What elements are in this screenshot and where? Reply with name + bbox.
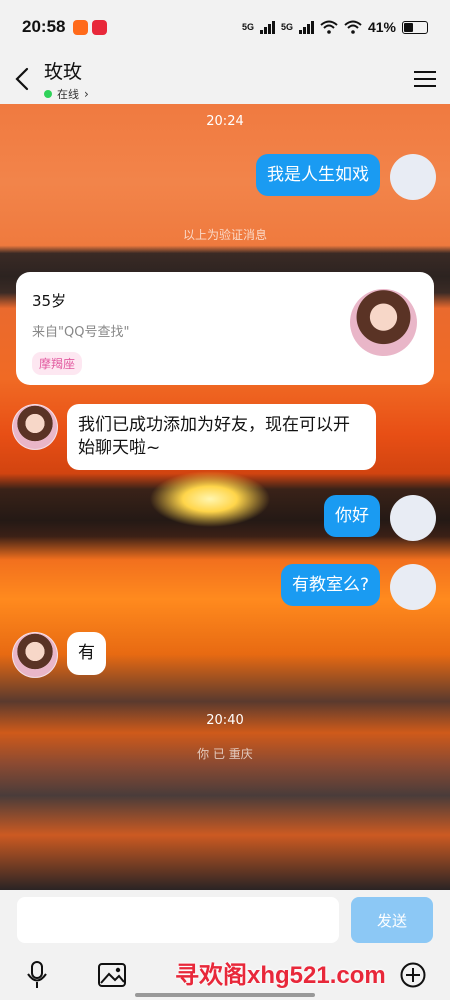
message-row-me-3: 有教室么? (280, 564, 436, 610)
signal-icon-2 (298, 20, 314, 34)
timestamp-2: 20:40 (206, 713, 244, 728)
wifi-icon (320, 20, 338, 34)
weibo-app-icon (92, 19, 108, 35)
mic-icon (27, 961, 47, 988)
clock: 20:58 (22, 17, 66, 36)
battery-icon (402, 20, 428, 34)
my-message-bubble[interactable]: 你好 (324, 495, 380, 537)
network-label-2: 5G (280, 22, 293, 32)
zodiac-tag: 摩羯座 (32, 352, 83, 375)
status-bar: 20:58 5G 5G 41% (0, 0, 450, 54)
back-arrow-icon (15, 67, 29, 91)
home-indicator[interactable] (135, 993, 315, 997)
taobao-app-icon (73, 19, 89, 35)
status-indicators: 5G 5G 41% (242, 19, 428, 35)
chat-area[interactable]: 20:24 我是人生如戏 以上为验证消息 35岁 来自"QQ号查找" 摩羯座 我… (0, 104, 450, 890)
message-input[interactable] (17, 897, 339, 943)
verify-note: 以上为验证消息 (182, 228, 267, 242)
chat-header: 玫玫 在线 › (0, 54, 450, 104)
signal-icon-1 (259, 20, 275, 34)
chevron-right-icon: › (84, 86, 89, 101)
notification-icons (73, 19, 108, 35)
my-message-bubble[interactable]: 我是人生如戏 (256, 154, 380, 196)
wifi-icon-2 (344, 20, 362, 34)
battery-percent: 41% (367, 19, 396, 35)
menu-button[interactable] (400, 54, 450, 104)
more-button[interactable] (396, 958, 430, 992)
timestamp-1: 20:24 (206, 114, 244, 129)
contact-title-block[interactable]: 玫玫 在线 › (44, 57, 89, 102)
my-avatar[interactable] (390, 154, 436, 200)
plus-circle-icon (400, 962, 426, 988)
profile-photo[interactable] (350, 289, 417, 356)
voice-button[interactable] (20, 958, 54, 992)
input-bar: 发送 (0, 890, 450, 950)
their-message-bubble[interactable]: 有 (67, 632, 106, 675)
site-watermark: 寻欢阁xhg521.com (175, 962, 386, 989)
my-message-bubble[interactable]: 有教室么? (280, 564, 380, 606)
back-button[interactable] (0, 54, 44, 104)
presence-status: 在线 › (44, 86, 89, 102)
their-message-bubble[interactable]: 我们已成功添加为好友，现在可以开始聊天啦~ (67, 404, 376, 470)
battery-fill (404, 22, 413, 32)
photo-button[interactable] (95, 958, 129, 992)
message-row-them-1: 我们已成功添加为好友，现在可以开始聊天啦~ (12, 404, 376, 470)
network-label-1: 5G (241, 22, 254, 32)
contact-avatar[interactable] (12, 404, 58, 450)
profile-card[interactable]: 35岁 来自"QQ号查找" 摩羯座 (16, 272, 434, 385)
message-row-me-2: 你好 (324, 495, 436, 541)
send-button[interactable]: 发送 (351, 897, 433, 943)
online-dot-icon (44, 89, 52, 98)
message-row-them-2: 有 (12, 632, 106, 678)
hamburger-menu-icon (414, 71, 436, 87)
image-icon (98, 963, 127, 987)
message-row-me-1: 我是人生如戏 (256, 154, 436, 200)
contact-avatar[interactable] (12, 632, 58, 678)
my-avatar[interactable] (390, 564, 436, 610)
contact-name: 玫玫 (44, 60, 83, 83)
system-note: 你 已 重庆 (197, 747, 253, 761)
my-avatar[interactable] (390, 495, 436, 541)
presence-label: 在线 (57, 87, 79, 101)
